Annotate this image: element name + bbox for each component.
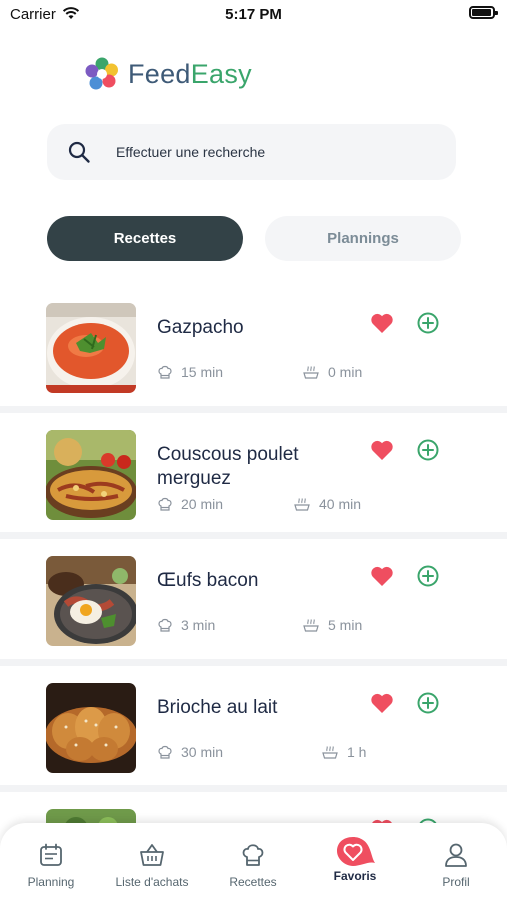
cook-time-value: 40 min xyxy=(319,495,362,512)
prep-time: 15 min xyxy=(157,364,223,380)
add-circle-icon[interactable] xyxy=(417,692,439,714)
heart-icon[interactable] xyxy=(370,692,394,714)
cook-time: 40 min xyxy=(293,496,361,512)
recipe-row-partial[interactable] xyxy=(0,792,507,826)
recipe-title[interactable]: Gazpacho xyxy=(157,316,357,340)
prep-time-value: 20 min xyxy=(181,495,224,512)
heart-icon xyxy=(337,837,375,866)
calendar-icon xyxy=(40,843,62,866)
tabbar-label: Liste d'achats xyxy=(115,875,189,889)
prep-time-value: 3 min xyxy=(181,617,216,633)
prep-time: 3 min xyxy=(157,617,215,633)
logo-text-easy: Easy xyxy=(190,58,252,89)
cooking-pot-icon xyxy=(303,619,319,632)
logo-text-feed: Feed xyxy=(128,58,191,89)
search-bar[interactable]: Effectuer une recherche xyxy=(47,124,456,180)
status-bar: Carrier 5:17 PM xyxy=(0,0,507,30)
user-icon xyxy=(445,843,467,867)
recipe-row[interactable]: Couscous poulet merguez 20 min 40 min xyxy=(0,413,507,539)
tab-recettes[interactable]: Recettes xyxy=(47,216,243,261)
logo-mark-icon xyxy=(85,57,118,90)
cooking-pot-icon xyxy=(294,497,310,511)
chef-hat-icon xyxy=(158,745,172,759)
tabbar-label: Planning xyxy=(27,875,75,889)
cook-time: 0 min xyxy=(302,364,362,380)
chef-hat-icon xyxy=(158,365,172,379)
recipe-image-oeufs-bacon xyxy=(46,556,136,646)
heart-icon[interactable] xyxy=(370,439,394,461)
prep-time: 30 min xyxy=(157,744,223,760)
cook-time: 5 min xyxy=(302,617,362,633)
tabbar-item-liste-achats[interactable]: Liste d'achats xyxy=(108,823,196,900)
cook-time-value: 0 min xyxy=(328,364,363,380)
tabbar-item-favoris[interactable]: Favoris xyxy=(322,823,388,900)
tabbar-label: Profil xyxy=(442,875,470,889)
tabbar-item-profil[interactable]: Profil xyxy=(428,823,484,900)
cook-time-value: 1 h xyxy=(347,743,367,760)
logo-text: FeedEasy xyxy=(128,59,252,90)
search-input[interactable]: Effectuer une recherche xyxy=(116,144,265,160)
chef-hat-icon xyxy=(242,844,264,866)
tabbar-item-recettes[interactable]: Recettes xyxy=(222,823,284,900)
recipe-row[interactable]: Œufs bacon 3 min 5 min xyxy=(0,539,507,666)
chef-hat-icon xyxy=(158,497,172,511)
cook-time: 1 h xyxy=(321,744,366,760)
prep-time-value: 30 min xyxy=(181,743,224,760)
cooking-pot-icon xyxy=(303,366,319,379)
basket-icon xyxy=(140,844,164,866)
add-circle-icon[interactable] xyxy=(417,565,439,587)
recipe-image-brioche xyxy=(46,682,136,773)
heart-icon[interactable] xyxy=(370,565,394,587)
tabbar-label: Recettes xyxy=(229,875,277,889)
add-circle-icon[interactable] xyxy=(417,312,439,334)
recipe-row[interactable]: Gazpacho 15 min 0 min xyxy=(0,286,507,413)
cook-time-value: 5 min xyxy=(328,617,363,633)
tabbar-item-planning[interactable]: Planning xyxy=(20,823,82,900)
add-circle-icon[interactable] xyxy=(417,439,439,461)
recipe-row[interactable]: Brioche au lait 30 min 1 h xyxy=(0,666,507,792)
recipe-title[interactable]: Brioche au lait xyxy=(157,696,357,720)
prep-time: 20 min xyxy=(157,496,223,512)
prep-time-value: 15 min xyxy=(181,364,224,380)
recipe-title[interactable]: Œufs bacon xyxy=(157,569,357,593)
heart-icon[interactable] xyxy=(370,312,394,334)
search-icon xyxy=(68,141,90,163)
recipe-list: Gazpacho 15 min 0 min Couscous poulet me… xyxy=(0,286,507,826)
battery-icon xyxy=(469,6,498,19)
recipe-image-gazpacho xyxy=(46,303,136,393)
tab-plannings[interactable]: Plannings xyxy=(265,216,461,261)
clock: 5:17 PM xyxy=(225,6,282,23)
chef-hat-icon xyxy=(158,618,172,632)
recipe-image-couscous xyxy=(46,429,136,520)
cooking-pot-icon xyxy=(322,745,338,759)
tabbar-label: Favoris xyxy=(333,869,377,883)
recipe-title[interactable]: Couscous poulet merguez xyxy=(157,443,357,491)
app-logo: FeedEasy xyxy=(84,56,252,92)
bottom-tab-bar: Planning Liste d'achats Recettes Favoris… xyxy=(0,823,507,900)
